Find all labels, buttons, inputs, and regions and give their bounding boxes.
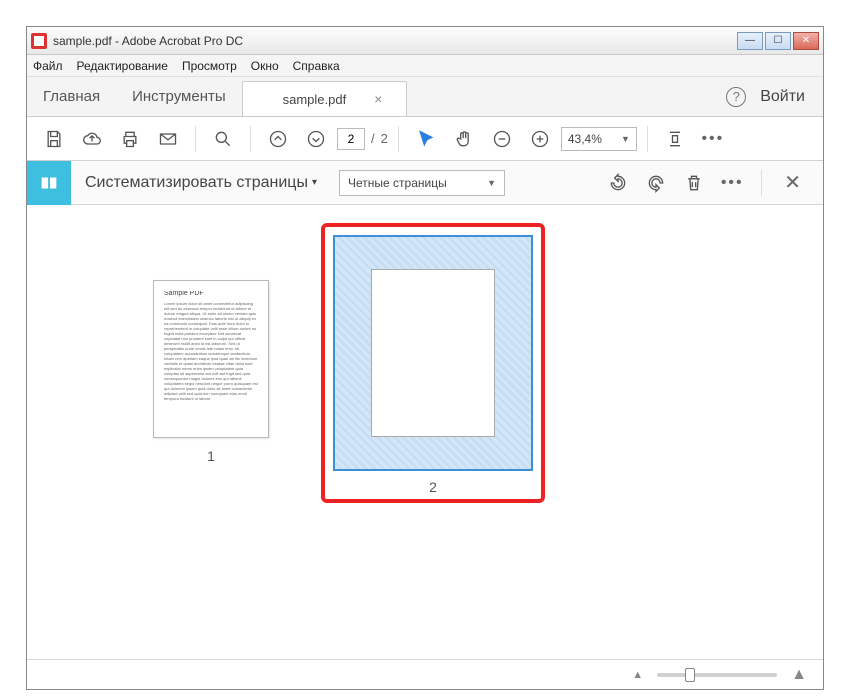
thumb-size-small-icon[interactable]: ▲ (632, 669, 643, 681)
menu-view[interactable]: Просмотр (182, 59, 237, 73)
page-thumbnail-2[interactable] (333, 235, 533, 471)
zoom-value: 43,4% (568, 132, 602, 146)
page-up-icon[interactable] (261, 122, 295, 156)
more-tools-icon[interactable]: ••• (696, 122, 730, 156)
menu-help[interactable]: Справка (293, 59, 340, 73)
tab-row: Главная Инструменты sample.pdf × ? Войти (27, 77, 823, 117)
cloud-upload-icon[interactable] (75, 122, 109, 156)
window-minimize-button[interactable]: — (737, 32, 763, 50)
page-filter-value: Четные страницы (348, 176, 447, 190)
page-current-input[interactable] (337, 128, 365, 150)
main-toolbar: / 2 43,4% ▼ ••• (27, 117, 823, 161)
page-label-2: 2 (333, 471, 533, 495)
tab-tools[interactable]: Инструменты (116, 77, 242, 116)
select-tool-icon[interactable] (409, 122, 443, 156)
organize-pages-icon (27, 161, 71, 205)
rotate-ccw-icon[interactable] (603, 168, 633, 198)
tab-document-label: sample.pdf (283, 92, 347, 107)
thumb-size-large-icon[interactable]: ▲ (791, 666, 807, 684)
thumbnail-size-slider[interactable] (657, 673, 777, 677)
window-titlebar: sample.pdf - Adobe Acrobat Pro DC — ☐ ✕ (27, 27, 823, 55)
menu-file[interactable]: Файл (33, 59, 63, 73)
organize-pages-title[interactable]: Систематизировать страницы ▾ (71, 174, 331, 192)
zoom-in-icon[interactable] (523, 122, 557, 156)
slider-knob[interactable] (685, 668, 695, 682)
tab-document[interactable]: sample.pdf × (242, 81, 408, 116)
print-icon[interactable] (113, 122, 147, 156)
window-title: sample.pdf - Adobe Acrobat Pro DC (53, 34, 243, 48)
page-thumbnail-2-highlight: 2 (321, 223, 545, 503)
help-icon[interactable]: ? (726, 87, 746, 107)
toolbar-separator (761, 170, 762, 196)
organize-pages-bar: Систематизировать страницы ▾ Четные стра… (27, 161, 823, 205)
menu-window[interactable]: Окно (251, 59, 279, 73)
page-down-icon[interactable] (299, 122, 333, 156)
more-options-icon[interactable]: ••• (717, 168, 747, 198)
signin-button[interactable]: Войти (760, 88, 805, 106)
page-separator: / (371, 131, 375, 146)
zoom-out-icon[interactable] (485, 122, 519, 156)
page-number-box: / 2 (337, 128, 388, 150)
hand-tool-icon[interactable] (447, 122, 481, 156)
chevron-down-icon: ▼ (621, 134, 630, 144)
menu-bar: Файл Редактирование Просмотр Окно Справк… (27, 55, 823, 77)
toolbar-separator (195, 126, 196, 152)
thumb1-heading: Sample PDF (164, 291, 258, 296)
zoom-dropdown[interactable]: 43,4% ▼ (561, 127, 637, 151)
status-bar: ▲ ▲ (27, 659, 823, 689)
search-icon[interactable] (206, 122, 240, 156)
chevron-down-icon: ▼ (487, 178, 496, 188)
caret-down-icon: ▾ (312, 177, 317, 188)
rotate-cw-icon[interactable] (641, 168, 671, 198)
close-panel-icon[interactable]: ✕ (776, 170, 809, 195)
fit-width-icon[interactable] (658, 122, 692, 156)
window-maximize-button[interactable]: ☐ (765, 32, 791, 50)
page-total: 2 (381, 131, 388, 146)
page-thumbnail-1[interactable]: Sample PDF Lorem ipsum dolor sit amet co… (153, 280, 269, 438)
page-filter-dropdown[interactable]: Четные страницы ▼ (339, 170, 505, 196)
delete-icon[interactable] (679, 168, 709, 198)
page-label-1: 1 (153, 438, 269, 464)
email-icon[interactable] (151, 122, 185, 156)
tab-home[interactable]: Главная (27, 77, 116, 116)
toolbar-separator (398, 126, 399, 152)
thumbnail-area: Sample PDF Lorem ipsum dolor sit amet co… (27, 205, 823, 659)
toolbar-separator (250, 126, 251, 152)
menu-edit[interactable]: Редактирование (77, 59, 168, 73)
window-close-button[interactable]: ✕ (793, 32, 819, 50)
save-icon[interactable] (37, 122, 71, 156)
tab-close-icon[interactable]: × (374, 91, 382, 107)
app-icon (31, 33, 47, 49)
toolbar-separator (647, 126, 648, 152)
